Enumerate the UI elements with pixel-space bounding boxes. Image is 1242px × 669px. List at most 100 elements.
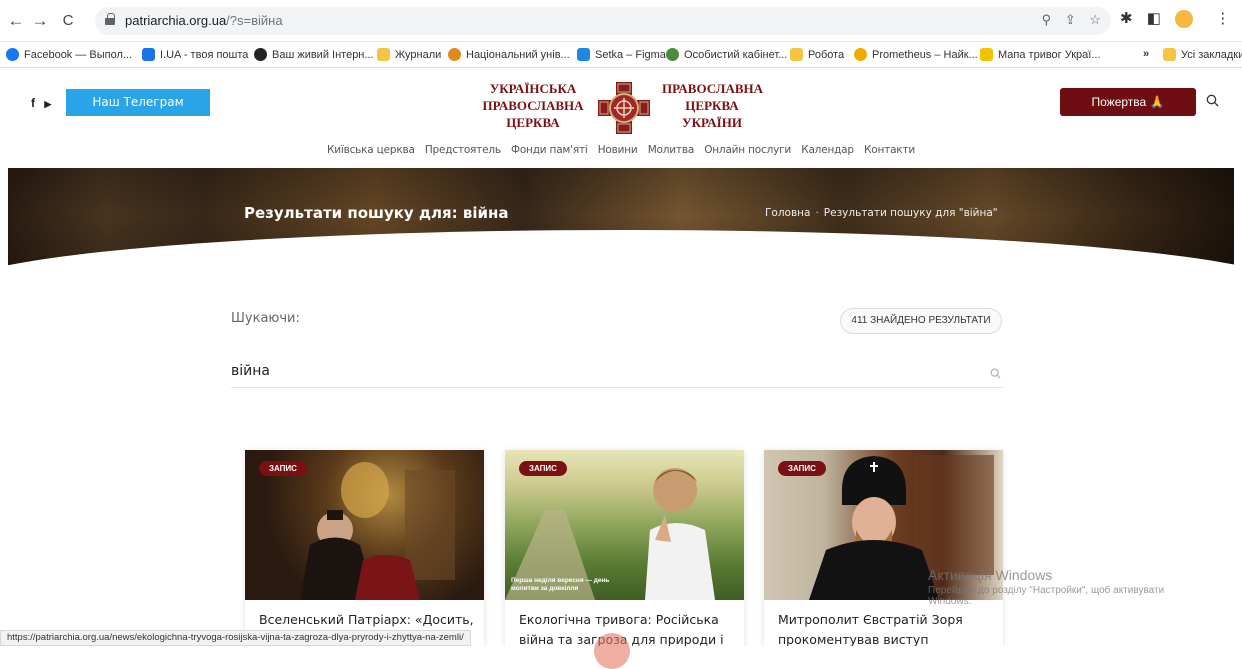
- post-badge[interactable]: ЗАПИС: [519, 461, 567, 476]
- hero-banner: Результати пошуку для: війна Головна · Рез…: [8, 168, 1234, 286]
- bookmark-item[interactable]: Журнали: [377, 48, 441, 61]
- result-image[interactable]: ЗАПИС: [245, 450, 484, 600]
- menu-kebab-icon[interactable]: ⋮: [1215, 10, 1230, 27]
- watermark-title: Активація Windows: [928, 567, 1053, 583]
- results-count-badge: 411 ЗНАЙДЕНО РЕЗУЛЬТАТИ: [840, 308, 1002, 334]
- menu-item[interactable]: Онлайн послуги: [704, 144, 791, 156]
- bookmark-item[interactable]: Мапа тривог Украї...: [980, 48, 1101, 61]
- bookmark-label: Setka – Figma: [595, 48, 666, 61]
- logo-line: ЦЕРКВА: [506, 115, 560, 130]
- share-icon[interactable]: ⇪: [1065, 12, 1076, 27]
- result-card[interactable]: ЗАПИС Перша неділя вересня — день молитв…: [505, 450, 744, 646]
- logo-line: ПРАВОСЛАВНА: [662, 81, 764, 96]
- result-card[interactable]: ЗАПИС Вселенський Патріарх: «Досить,: [245, 450, 484, 646]
- more-bookmarks-label: »: [1143, 48, 1150, 60]
- reload-button[interactable]: C: [58, 12, 78, 29]
- iua-icon: [142, 48, 155, 61]
- search-query-input[interactable]: війна: [231, 363, 270, 379]
- search-icon[interactable]: [1206, 94, 1219, 107]
- side-panel-icon[interactable]: ◧: [1147, 10, 1161, 27]
- search-label: Шукаючи:: [231, 311, 300, 326]
- more-bookmarks-button[interactable]: »: [1143, 48, 1149, 60]
- youtube-link-icon[interactable]: ▶: [44, 99, 51, 109]
- all-bookmarks-folder[interactable]: Усі закладки: [1163, 48, 1242, 61]
- search-submit-icon[interactable]: [990, 368, 1001, 379]
- post-badge[interactable]: ЗАПИС: [778, 461, 826, 476]
- bookmark-item[interactable]: Ваш живий Інтерн...: [254, 48, 374, 61]
- menu-item[interactable]: Предстоятель: [425, 144, 501, 156]
- bookmark-label: Ваш живий Інтерн...: [272, 48, 374, 61]
- folder-icon: [790, 48, 803, 61]
- zoom-icon[interactable]: ⚲: [1042, 12, 1052, 27]
- status-bar-url: https://patriarchia.org.ua/news/ekologic…: [0, 630, 471, 646]
- back-button[interactable]: ←: [6, 11, 26, 31]
- bookmark-item[interactable]: Setka – Figma: [577, 48, 666, 61]
- logo-line: УКРАЇНСЬКА: [489, 81, 577, 96]
- bookmark-star-icon[interactable]: ☆: [1089, 12, 1101, 27]
- page-title: Результати пошуку для: війна: [244, 204, 509, 222]
- hero-curve: [8, 230, 1234, 286]
- breadcrumb-home[interactable]: Головна: [765, 207, 810, 219]
- bookmark-label: Усі закладки: [1181, 48, 1242, 61]
- lock-icon[interactable]: [105, 13, 115, 25]
- bookmark-item[interactable]: Національний унів...: [448, 48, 570, 61]
- logo-text-right[interactable]: ПРАВОСЛАВНА ЦЕРКВА УКРАЇНИ: [662, 80, 764, 131]
- search-underline: [231, 387, 1003, 388]
- bookmarks-bar: Facebook — Выпол... I.UA - твоя пошта Ва…: [0, 42, 1242, 68]
- logo-line: ПРАВОСЛАВНА: [482, 98, 584, 113]
- watermark-text: Windows.: [928, 596, 972, 607]
- forward-button[interactable]: →: [30, 11, 50, 31]
- facebook-link-icon[interactable]: f: [31, 96, 35, 110]
- figma-icon: [577, 48, 590, 61]
- menu-item[interactable]: Фонди пам'яті: [511, 144, 588, 156]
- menu-item[interactable]: Київська церква: [327, 144, 415, 156]
- windows-activation-watermark: Активація Windows Перейдіть до розділу "…: [928, 567, 1164, 607]
- bookmark-label: Prometheus – Найк...: [872, 48, 978, 61]
- bookmark-item[interactable]: Facebook — Выпол...: [6, 48, 132, 61]
- church-emblem-icon[interactable]: [594, 80, 654, 136]
- bookmark-label: I.UA - твоя пошта: [160, 48, 249, 61]
- bookmark-item[interactable]: Prometheus – Найк...: [854, 48, 978, 61]
- extensions-icon[interactable]: ✱: [1120, 10, 1133, 27]
- bookmark-label: Журнали: [395, 48, 442, 61]
- breadcrumb: Головна · Результати пошуку для "війна": [765, 207, 998, 219]
- result-title[interactable]: Митрополит Євстратій Зоря прокоментував …: [778, 610, 993, 646]
- result-image[interactable]: ЗАПИС Перша неділя вересня — день молитв…: [505, 450, 744, 600]
- main-menu: Київська церква Предстоятель Фонди пам'я…: [327, 144, 922, 156]
- breadcrumb-separator: ·: [815, 207, 819, 219]
- menu-item[interactable]: Контакти: [864, 144, 915, 156]
- internet-icon: [254, 48, 267, 61]
- url-host: patriarchia.org.ua: [125, 13, 227, 28]
- browser-toolbar: ← → C patriarchia.org.ua/?s=війна ⚲ ⇪ ☆ …: [0, 0, 1242, 42]
- watermark-text: Перейдіть до розділу "Настройки", щоб ак…: [928, 585, 1165, 596]
- prometheus-icon: [854, 48, 867, 61]
- address-url[interactable]: patriarchia.org.ua/?s=війна: [125, 13, 283, 28]
- bookmark-item[interactable]: Особистий кабінет...: [666, 48, 787, 61]
- result-title[interactable]: Вселенський Патріарх: «Досить,: [259, 610, 474, 630]
- social-links: f ▶: [31, 96, 51, 110]
- university-icon: [448, 48, 461, 61]
- logo-text-left[interactable]: УКРАЇНСЬКА ПРАВОСЛАВНА ЦЕРКВА: [478, 80, 588, 131]
- bookmark-label: Мапа тривог Украї...: [998, 48, 1101, 61]
- menu-item[interactable]: Молитва: [648, 144, 695, 156]
- bookmark-item[interactable]: I.UA - твоя пошта: [142, 48, 248, 61]
- address-bar[interactable]: patriarchia.org.ua/?s=війна ⚲ ⇪ ☆: [95, 7, 1111, 35]
- extension-icons: ✱ ◧ ⋮: [1120, 9, 1240, 29]
- bookmark-label: Національний унів...: [466, 48, 570, 61]
- result-card[interactable]: ЗАПИС Митрополит Євстратій Зоря прокомен…: [764, 450, 1003, 646]
- bookmark-label: Facebook — Выпол...: [24, 48, 133, 61]
- bookmark-item[interactable]: Робота: [790, 48, 844, 61]
- folder-icon: [1163, 48, 1176, 61]
- logo-line: УКРАЇНИ: [682, 115, 742, 130]
- post-badge[interactable]: ЗАПИС: [259, 461, 307, 476]
- image-caption: Перша неділя вересня — день молитви за д…: [511, 577, 610, 592]
- menu-item[interactable]: Календар: [801, 144, 854, 156]
- facebook-icon: [6, 48, 19, 61]
- profile-avatar[interactable]: [1175, 10, 1194, 29]
- telegram-button[interactable]: Наш Телеграм: [66, 89, 210, 116]
- bookmark-label: Особистий кабінет...: [684, 48, 788, 61]
- alert-map-icon: [980, 48, 993, 61]
- menu-item[interactable]: Новини: [598, 144, 638, 156]
- bookmark-label: Робота: [808, 48, 845, 61]
- donate-button[interactable]: Пожертва 🙏: [1060, 88, 1196, 116]
